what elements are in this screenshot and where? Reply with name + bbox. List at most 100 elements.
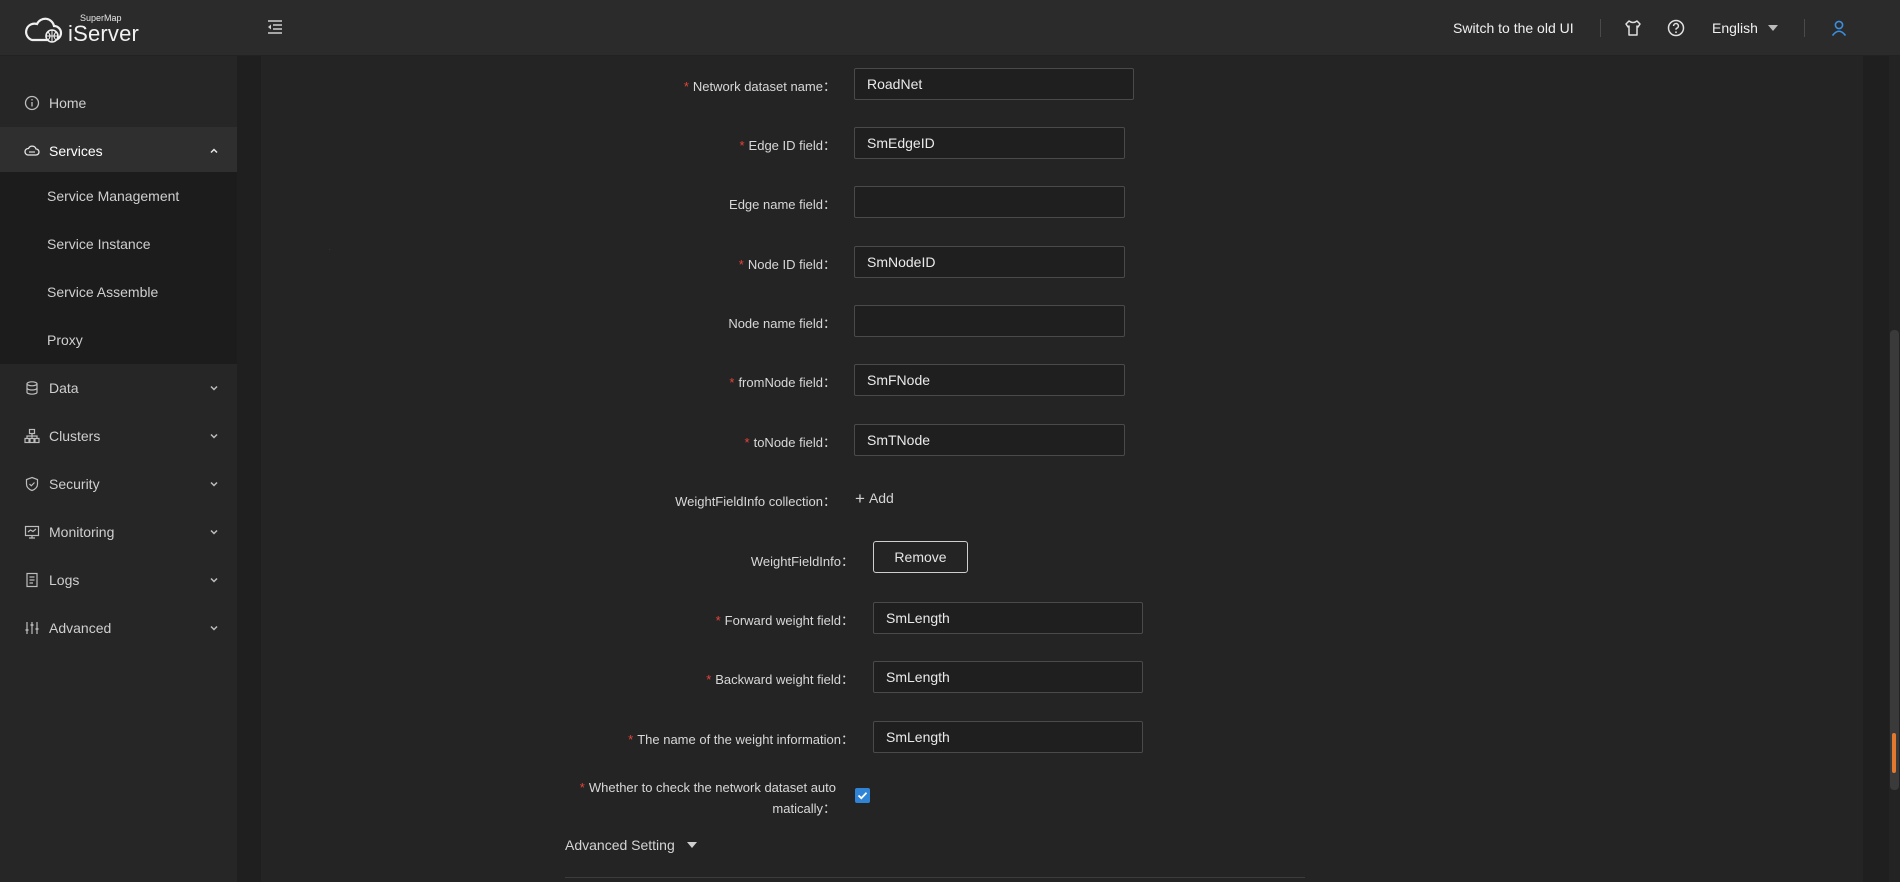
weight-info-name-input[interactable] — [873, 721, 1143, 753]
chevron-down-icon — [210, 385, 218, 391]
chevron-up-icon — [210, 148, 218, 154]
top-header: SuperMap iServer Switch to the old UI En… — [0, 0, 1900, 56]
to-node-field-input[interactable] — [854, 424, 1125, 456]
add-label: Add — [868, 490, 894, 506]
required-mark: * — [738, 257, 744, 272]
colon: ： — [840, 613, 854, 628]
label-text: The name of the weight information — [637, 732, 841, 747]
sidebar-item-label: Logs — [49, 572, 80, 588]
chevron-down-icon — [210, 529, 218, 535]
sidebar-item-advanced[interactable]: Advanced — [0, 604, 237, 652]
backward-weight-field-input[interactable] — [873, 661, 1143, 693]
from-node-field-input[interactable] — [854, 364, 1125, 396]
add-weight-button[interactable]: + Add — [855, 489, 894, 509]
chevron-down-icon — [210, 481, 218, 487]
auto-check-checkbox[interactable] — [855, 788, 870, 803]
header-divider — [1600, 19, 1601, 37]
node-id-field-label: * Node ID field： — [739, 254, 836, 273]
help-icon[interactable] — [1666, 18, 1686, 38]
sidebar-item-label: Home — [49, 95, 87, 111]
edge-name-field-input[interactable] — [854, 186, 1125, 218]
network-dataset-name-input[interactable] — [854, 68, 1134, 100]
node-id-field-input[interactable] — [854, 246, 1125, 278]
network-dataset-name-label: * Network dataset name： — [684, 76, 836, 95]
sidebar-item-data[interactable]: Data — [0, 364, 237, 412]
required-mark: * — [744, 435, 750, 450]
user-icon[interactable] — [1829, 18, 1849, 38]
scrollbar-accent — [1892, 733, 1896, 773]
sidebar-item-clusters[interactable]: Clusters — [0, 412, 237, 460]
sidebar-item-label: Monitoring — [49, 524, 115, 540]
weight-info-name-label: * The name of the weight information： — [628, 729, 854, 748]
required-mark: * — [628, 732, 634, 747]
label-text: Forward weight field — [724, 613, 841, 628]
required-mark: * — [729, 375, 735, 390]
plus-icon: + — [855, 489, 865, 508]
logo-iserver: iServer — [68, 21, 140, 46]
backward-weight-field-label: * Backward weight field： — [706, 669, 854, 688]
label-text-line1: Whether to check the network dataset aut… — [588, 780, 836, 795]
label-text: fromNode field — [738, 375, 823, 390]
submenu-label: Service Instance — [47, 236, 151, 252]
colon: ： — [822, 801, 836, 816]
label-text: Network dataset name — [692, 79, 823, 94]
sidebar-item-label: Advanced — [49, 620, 112, 636]
monitor-icon — [24, 525, 40, 539]
sidebar-item-services[interactable]: Services — [0, 127, 237, 175]
main-content — [261, 56, 1863, 882]
switch-old-ui-link[interactable]: Switch to the old UI — [1453, 20, 1574, 36]
colon: ： — [822, 197, 836, 212]
submenu-service-assemble[interactable]: Service Assemble — [0, 268, 237, 316]
label-text-line2: matically — [772, 801, 823, 816]
submenu-service-instance[interactable]: Service Instance — [0, 220, 237, 268]
colon: ： — [822, 79, 836, 94]
sidebar-item-security[interactable]: Security — [0, 460, 237, 508]
header-divider — [1804, 19, 1805, 37]
advanced-setting-toggle[interactable]: Advanced Setting — [565, 837, 697, 853]
logo[interactable]: SuperMap iServer — [24, 14, 139, 45]
cluster-icon — [24, 428, 40, 444]
from-node-field-label: * fromNode field： — [729, 372, 836, 391]
scrollbar-thumb[interactable] — [1890, 330, 1899, 790]
colon: ： — [822, 494, 836, 509]
forward-weight-field-input[interactable] — [873, 602, 1143, 634]
label-text: Node name field — [728, 316, 823, 331]
edge-name-field-label: Edge name field： — [729, 194, 836, 213]
submenu-proxy[interactable]: Proxy — [0, 316, 237, 364]
menu-collapse-icon[interactable] — [266, 18, 284, 36]
section-divider — [565, 877, 1305, 878]
colon: ： — [822, 435, 836, 450]
sidebar-item-label: Services — [49, 143, 103, 159]
theme-shirt-icon[interactable] — [1623, 18, 1643, 38]
submenu-service-management[interactable]: Service Management — [0, 172, 237, 220]
to-node-field-label: * toNode field： — [745, 432, 836, 451]
colon: ： — [822, 375, 836, 390]
document-icon — [26, 572, 38, 588]
sidebar-item-label: Security — [49, 476, 100, 492]
label-text: toNode field — [753, 435, 823, 450]
required-mark: * — [715, 613, 721, 628]
sidebar: Home Services Service Management Service… — [0, 56, 237, 882]
remove-weight-button[interactable]: Remove — [873, 541, 968, 573]
edge-id-field-label: * Edge ID field： — [739, 135, 836, 154]
node-name-field-label: Node name field： — [728, 313, 836, 332]
sidebar-item-home[interactable]: Home — [0, 79, 237, 127]
sidebar-item-logs[interactable]: Logs — [0, 556, 237, 604]
sidebar-item-monitoring[interactable]: Monitoring — [0, 508, 237, 556]
required-mark: * — [579, 780, 585, 795]
node-name-field-input[interactable] — [854, 305, 1125, 337]
sliders-icon — [25, 622, 39, 634]
edge-id-field-input[interactable] — [854, 127, 1125, 159]
colon: ： — [840, 732, 854, 747]
colon: ： — [822, 138, 836, 153]
label-text: WeightFieldInfo collection — [675, 494, 823, 509]
auto-check-label: * Whether to check the network dataset au… — [580, 777, 836, 819]
weight-info-label: WeightFieldInfo： — [751, 551, 854, 570]
home-info-icon — [24, 95, 40, 111]
chevron-down-icon — [1767, 25, 1778, 31]
required-mark: * — [683, 79, 689, 94]
required-mark: * — [739, 138, 745, 153]
services-submenu: Service Management Service Instance Serv… — [0, 172, 237, 364]
sidebar-item-label: Data — [49, 380, 79, 396]
language-select[interactable]: English — [1712, 20, 1778, 36]
